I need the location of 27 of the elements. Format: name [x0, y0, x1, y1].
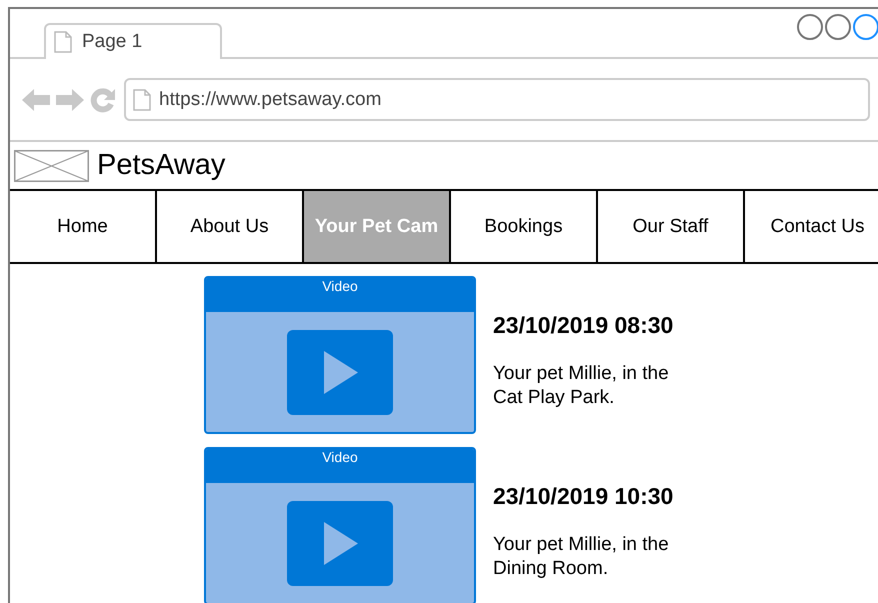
window-control-icon[interactable]: [797, 14, 823, 40]
reload-icon[interactable]: [90, 86, 116, 112]
video-label: Video: [322, 449, 358, 465]
video-player[interactable]: Video: [204, 447, 476, 603]
window-control-icon[interactable]: [853, 14, 878, 40]
tab-title: Page 1: [82, 31, 142, 53]
back-arrow-icon[interactable]: [22, 88, 50, 112]
video-caption: Your pet Millie, in the Cat Play Park.: [493, 362, 670, 410]
play-icon[interactable]: [287, 500, 393, 586]
nav-item[interactable]: Contact Us: [745, 191, 878, 262]
address-field[interactable]: https://www.petsaway.com: [124, 78, 870, 121]
video-label: Video: [322, 278, 358, 294]
nav-item[interactable]: Bookings: [451, 191, 598, 262]
nav-item[interactable]: Our Staff: [598, 191, 745, 262]
video-timestamp: 23/10/2019 08:30: [493, 312, 674, 339]
play-icon[interactable]: [287, 330, 393, 414]
forward-arrow-icon[interactable]: [56, 88, 84, 112]
nav-item[interactable]: Home: [10, 191, 157, 262]
browser-tab[interactable]: Page 1: [44, 23, 222, 59]
document-icon: [133, 88, 151, 110]
video-caption: Your pet Millie, in the Dining Room.: [493, 533, 670, 581]
document-icon: [54, 31, 72, 53]
site-name: PetsAway: [97, 149, 226, 182]
video-player[interactable]: Video: [204, 276, 476, 434]
image-placeholder-icon: [14, 150, 89, 182]
video-timestamp: 23/10/2019 10:30: [493, 483, 674, 510]
window-control-icon[interactable]: [825, 14, 851, 40]
